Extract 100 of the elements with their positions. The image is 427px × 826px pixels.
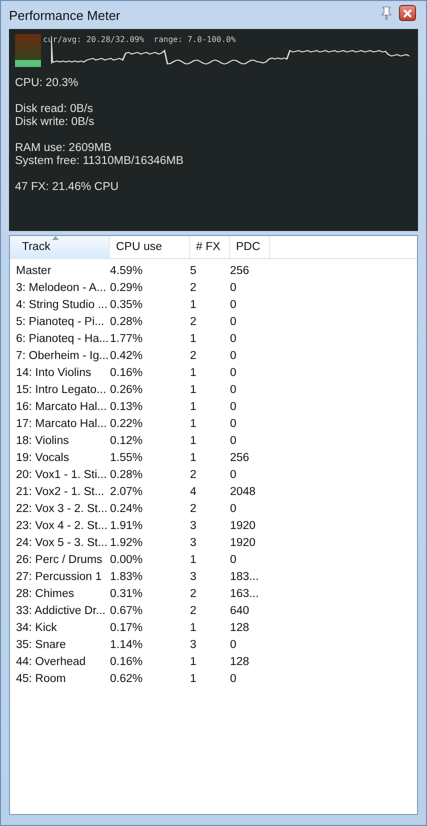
table-cell-text: 0 (230, 418, 238, 430)
table-cell-text: 128 (230, 656, 250, 668)
table-cell: 7: Oberheim - Ig... (16, 350, 110, 362)
table-cell-text: 17: Marcato Hal... (16, 418, 108, 430)
table-cell-text: 0.26% (110, 384, 144, 396)
column-header[interactable]: # FX (190, 236, 230, 258)
table-cell-text: 0.00% (110, 554, 144, 566)
table-cell-text: 35: Snare (16, 638, 67, 650)
table-cell-text: 0 (230, 332, 238, 344)
table-cell-text: 1920 (230, 536, 257, 548)
table-cell-text: 0 (230, 316, 238, 328)
table-cell-text: 0 (230, 350, 238, 362)
table-cell-text: 0.16% (110, 366, 144, 378)
column-header[interactable]: CPU use (110, 236, 190, 258)
table-cell-text: 0 (230, 554, 238, 566)
table-cell-text: 5 (190, 264, 198, 276)
table-cell-text: 1 (190, 622, 198, 634)
stat-text: System free: 11310MB/16346MB (15, 155, 185, 168)
sort-arrow-icon (52, 236, 59, 240)
table-cell-text: 0.28% (110, 316, 144, 328)
stat-text: Disk read: 0B/s (15, 103, 94, 116)
column-header[interactable]: PDC (230, 236, 270, 258)
table-cell-text: 15: Intro Legato... (16, 384, 108, 396)
table-cell-text: 2 (190, 282, 198, 294)
table-cell-text: 0.28% (110, 468, 144, 480)
cpu-meter (15, 34, 41, 67)
table-cell-text: 18: Violins (16, 434, 70, 446)
table-cell-text: 0 (230, 400, 238, 412)
table-cell-text: 2.07% (110, 486, 144, 498)
table-cell-text: 0 (230, 468, 238, 480)
table-cell-text: 1 (190, 452, 198, 464)
table-cell-text: 0.29% (110, 282, 144, 294)
table-cell-text: 640 (230, 604, 250, 616)
table-cell-text: 1 (190, 434, 198, 446)
table-cell-text: 1.83% (110, 570, 144, 582)
stat-text: Disk write: 0B/s (15, 116, 96, 129)
table-cell-text: 1.55% (110, 452, 144, 464)
table-cell-text: 34: Kick (16, 622, 58, 634)
table-cell-text: 2 (190, 588, 198, 600)
table-cell-text: 0 (230, 298, 238, 310)
table-cell-text: 0 (230, 502, 238, 514)
table-cell-text: 4 (190, 486, 198, 498)
table-cell-text: 28: Chimes (16, 588, 76, 600)
table-cell-text: 27: Percussion 1 (16, 570, 103, 582)
table-cell-text: 2048 (230, 486, 257, 498)
table-cell-text: 0.24% (110, 502, 144, 514)
table-cell-text: 0.22% (110, 418, 144, 430)
table-cell-text: 0 (230, 366, 238, 378)
table-cell-text: Master (16, 264, 52, 276)
table-cell-text: 0.35% (110, 298, 144, 310)
table-cell-text: 0.42% (110, 350, 144, 362)
table-cell: 6: Pianoteq - Ha... (16, 332, 110, 344)
table-cell-text: 2 (190, 316, 198, 328)
close-icon (403, 8, 412, 18)
table-cell-text: 0 (230, 434, 238, 446)
table-cell-text: 33: Addictive Dr... (16, 604, 106, 616)
stat-text: 47 FX: 21.46% CPU (15, 181, 120, 194)
table-cell-text: 4.59% (110, 264, 144, 276)
table-cell-text: 24: Vox 5 - 3. St... (16, 536, 108, 548)
column-header[interactable]: Track (10, 236, 110, 258)
table-cell-text: 0.12% (110, 434, 144, 446)
table-cell-text: 0.62% (110, 672, 144, 684)
table-cell-text: 0 (230, 384, 238, 396)
table-cell-text: 0 (230, 282, 238, 294)
table-cell-text: 1.77% (110, 332, 144, 344)
stat-text: CPU: 20.3% (15, 77, 80, 90)
table-cell-text: 3 (190, 638, 198, 650)
table-cell-text: 23: Vox 4 - 2. St... (16, 520, 108, 532)
table-cell-text: 5: Pianoteq - Pi... (16, 316, 106, 328)
table-cell-text: 44: Overhead (16, 656, 87, 668)
table-cell-text: 0 (230, 672, 238, 684)
table-cell-text: 4: String Studio ... (16, 298, 108, 310)
table-cell-text: 183... (230, 570, 260, 582)
table-cell-text: 3 (190, 570, 198, 582)
table-cell-text: 1 (190, 332, 198, 344)
table-cell-text: 3 (190, 536, 198, 548)
table-cell-text: 1 (190, 672, 198, 684)
table-cell-text: 3: Melodeon - A... (16, 282, 108, 294)
stat-text: RAM use: 2609MB (15, 142, 113, 155)
table-cell-text: 1 (190, 298, 198, 310)
table-cell-text: 1 (190, 554, 198, 566)
table-cell-text: 26: Perc / Drums (16, 554, 104, 566)
table-cell-text: 1.14% (110, 638, 144, 650)
table-cell-text: 20: Vox1 - 1. Sti... (16, 468, 108, 480)
close-button[interactable] (399, 5, 416, 21)
table-cell-text: 256 (230, 452, 250, 464)
table-cell-text: 1 (190, 656, 198, 668)
table-cell-text: 45: Room (16, 672, 67, 684)
table-cell-text: 1 (190, 400, 198, 412)
table-cell-text: 163... (230, 588, 260, 600)
table-cell-text: 0 (230, 638, 238, 650)
table-cell-text: 0.67% (110, 604, 144, 616)
table-cell-text: 2 (190, 502, 198, 514)
table-cell-text: 1.91% (110, 520, 144, 532)
pin-icon[interactable] (380, 6, 393, 20)
table-cell-text: 0.13% (110, 400, 144, 412)
table-cell-text: 1920 (230, 520, 257, 532)
table-cell-text: 21: Vox2 - 1. St... (16, 486, 106, 498)
table-cell-text: 16: Marcato Hal... (16, 400, 108, 412)
table-cell-text: 19: Vocals (16, 452, 70, 464)
